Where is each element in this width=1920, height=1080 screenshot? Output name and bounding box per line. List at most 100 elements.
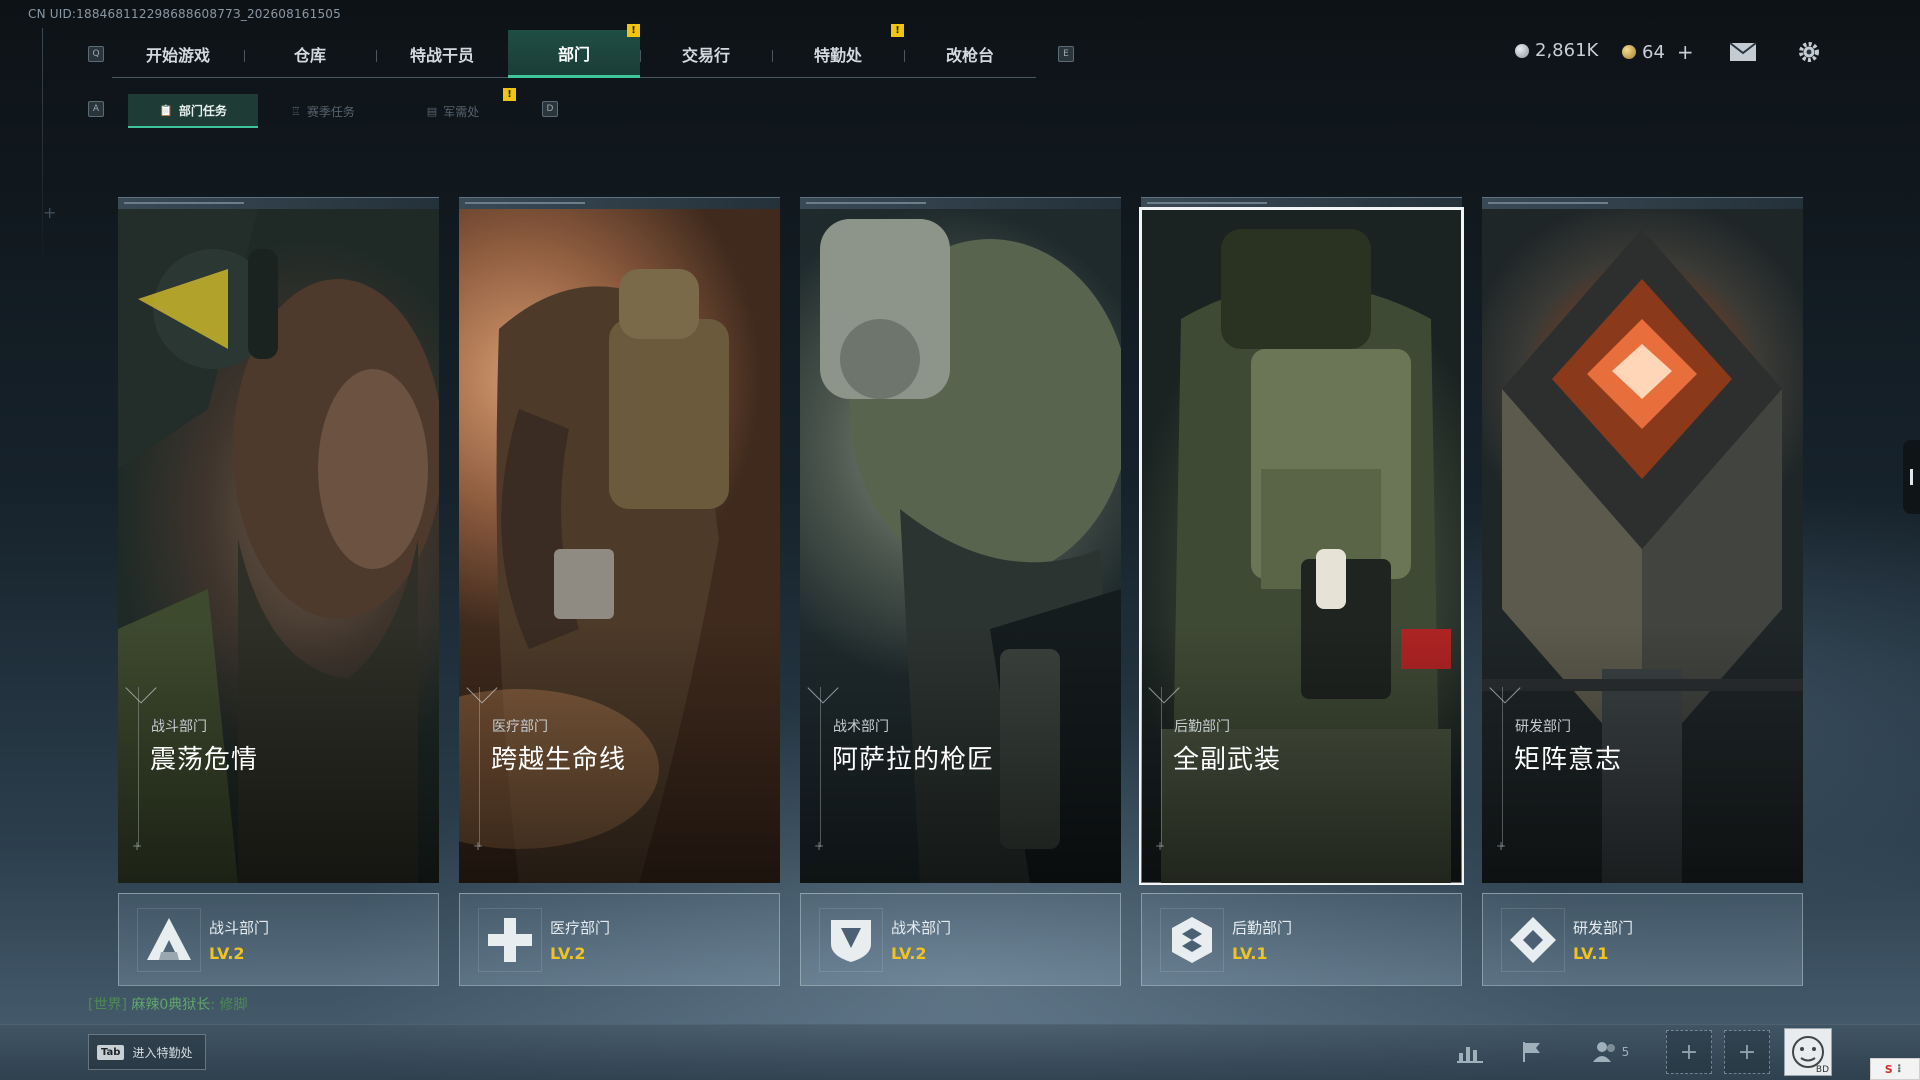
friends-icon <box>1592 1042 1615 1062</box>
decor-plus-icon: + <box>473 839 484 853</box>
decor-line <box>820 687 821 847</box>
department-plate-tactical[interactable]: 战术部门 LV.2 <box>800 893 1121 986</box>
department-level: LV.2 <box>891 944 927 963</box>
friends-button[interactable]: 5 <box>1586 1036 1636 1068</box>
ime-indicator[interactable]: S ⠇ <box>1870 1058 1920 1080</box>
mail-button[interactable] <box>1728 38 1758 66</box>
gold-coin-icon <box>1622 45 1636 59</box>
stats-button[interactable] <box>1453 1036 1487 1068</box>
enter-special-ops-button[interactable]: Tab 进入特勤处 <box>88 1034 206 1070</box>
decor-plus-icon: + <box>132 839 143 853</box>
department-plate-logistics[interactable]: 后勤部门 LV.1 <box>1141 893 1462 986</box>
crate-icon: ▤ <box>426 104 438 118</box>
tab-trading[interactable]: 交易行 <box>640 30 772 78</box>
decor-plus-icon: + <box>814 839 825 853</box>
department-name: 战术部门 <box>891 919 952 937</box>
card-header-bar <box>1482 197 1803 209</box>
tactical-shield-icon <box>819 908 883 972</box>
card-mission-title: 震荡危情 <box>150 745 259 775</box>
tab-warehouse[interactable]: 仓库 <box>244 30 376 78</box>
department-name: 医疗部门 <box>550 919 611 937</box>
decor-plus-icon: + <box>1496 839 1507 853</box>
tab-start-game[interactable]: 开始游戏 <box>112 30 244 78</box>
card-mission-title: 跨越生命线 <box>491 745 627 775</box>
flag-button[interactable] <box>1515 1036 1549 1068</box>
decor-plus-icon: + <box>43 203 57 222</box>
mail-icon <box>1729 42 1757 61</box>
decor-line <box>138 687 139 847</box>
chat-sender: 麻辣0典狱长 <box>131 997 211 1013</box>
flag-icon <box>1523 1042 1540 1062</box>
alert-badge: ! <box>503 88 516 101</box>
card-artwork <box>800 209 1121 883</box>
clipboard-icon: 📋 <box>159 103 173 117</box>
department-card-logistics[interactable]: 后勤部门 全副武装 + <box>1139 197 1464 885</box>
card-header-bar <box>1141 197 1462 209</box>
team-slot-2[interactable]: + <box>1724 1030 1770 1074</box>
add-currency-button[interactable]: + <box>1677 40 1694 64</box>
department-card-research[interactable]: 研发部门 矩阵意志 + <box>1482 197 1803 883</box>
card-mission-title: 全副武装 <box>1173 745 1282 775</box>
department-plate-combat[interactable]: 战斗部门 LV.2 <box>118 893 439 986</box>
sub-nav: 📋 部门任务 ♖ 赛季任务 ▤ 军需处 <box>128 94 518 128</box>
logistics-hex-icon <box>1160 908 1224 972</box>
department-name: 战斗部门 <box>209 919 270 937</box>
card-artwork <box>118 209 439 883</box>
card-artwork <box>1482 209 1803 883</box>
main-nav: 开始游戏 仓库 特战干员 部门 ! 交易行 特勤处 ! 改枪台 <box>112 24 1036 78</box>
subtab-season-missions[interactable]: ♖ 赛季任务 <box>258 94 388 128</box>
silver-coin-icon <box>1515 43 1529 58</box>
tab-departments[interactable]: 部门 ! <box>508 24 640 78</box>
avatar-label: BD <box>1815 1065 1829 1075</box>
tab-gunsmith[interactable]: 改枪台 <box>904 30 1036 78</box>
department-name: 后勤部门 <box>1232 919 1293 937</box>
department-plate-research[interactable]: 研发部门 LV.1 <box>1482 893 1803 986</box>
subnav-next-key-hint: D <box>542 101 558 117</box>
tab-key-hint: Tab <box>97 1044 125 1060</box>
card-category: 战斗部门 <box>151 719 207 735</box>
card-category: 医疗部门 <box>492 719 548 735</box>
department-name: 研发部门 <box>1573 919 1634 937</box>
card-header-bar <box>118 197 439 209</box>
world-chat-message[interactable]: [世界] 麻辣0典狱长: 修脚 <box>88 994 247 1014</box>
research-diamond-icon <box>1501 908 1565 972</box>
medical-cross-icon <box>478 908 542 972</box>
chat-channel: [世界] <box>88 997 127 1013</box>
side-drawer-handle[interactable] <box>1903 440 1920 514</box>
plus-icon: + <box>1679 1039 1699 1065</box>
decor-line <box>1502 687 1503 847</box>
combat-emblem-icon <box>137 908 201 972</box>
department-level: LV.2 <box>209 944 245 963</box>
subnav-prev-key-hint: A <box>88 101 104 117</box>
card-mission-title: 矩阵意志 <box>1514 745 1623 775</box>
card-category: 研发部门 <box>1515 719 1571 735</box>
gold-currency: 64 + <box>1622 40 1694 64</box>
card-header-bar <box>459 197 780 209</box>
decor-line <box>42 28 43 268</box>
alert-badge: ! <box>627 24 640 37</box>
decor-line <box>479 687 480 847</box>
department-plate-medical[interactable]: 医疗部门 LV.2 <box>459 893 780 986</box>
player-avatar[interactable]: BD <box>1784 1028 1832 1076</box>
dots-icon: ⠇ <box>1896 1062 1906 1076</box>
card-header-bar <box>800 197 1121 209</box>
gear-icon <box>1799 42 1819 62</box>
nav-prev-key-hint: Q <box>88 46 104 62</box>
department-card-medical[interactable]: 医疗部门 跨越生命线 + <box>459 197 780 883</box>
card-category: 后勤部门 <box>1174 719 1230 735</box>
trophy-icon: ♖ <box>291 104 301 118</box>
subtab-quartermaster[interactable]: ▤ 军需处 <box>388 94 518 128</box>
department-level: LV.1 <box>1573 944 1609 963</box>
settings-button[interactable] <box>1794 38 1824 66</box>
plus-icon: + <box>1737 1039 1757 1065</box>
tab-operators[interactable]: 特战干员 <box>376 30 508 78</box>
bar-chart-icon <box>1457 1047 1483 1063</box>
tab-special-ops[interactable]: 特勤处 ! <box>772 24 904 78</box>
department-card-tactical[interactable]: 战术部门 阿萨拉的枪匠 + <box>800 197 1121 883</box>
friends-count: 5 <box>1621 1045 1630 1059</box>
team-slot-1[interactable]: + <box>1666 1030 1712 1074</box>
department-level: LV.1 <box>1232 944 1268 963</box>
subtab-department-missions[interactable]: 📋 部门任务 <box>128 94 258 128</box>
card-category: 战术部门 <box>833 719 889 735</box>
department-card-combat[interactable]: 战斗部门 震荡危情 + <box>118 197 439 883</box>
